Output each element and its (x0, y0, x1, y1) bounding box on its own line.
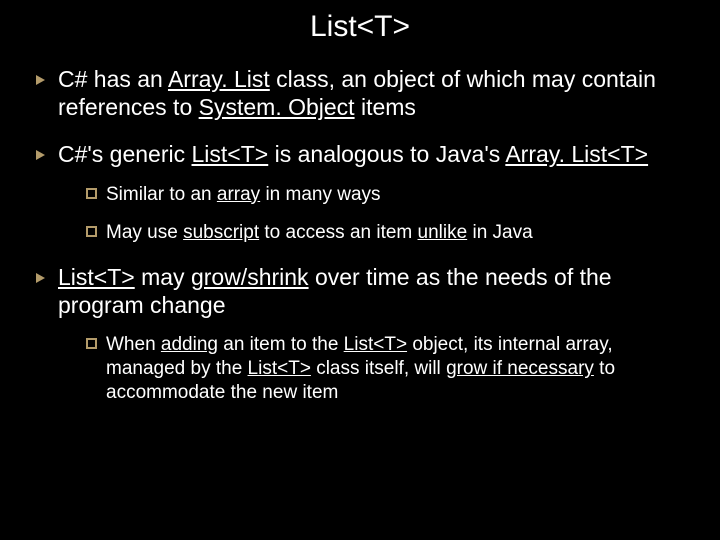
sub-bullet-text: When adding an item to the List<T> objec… (106, 334, 615, 403)
bullet-text: List<T> may grow/shrink over time as the… (58, 264, 612, 318)
bullet-item: C# has an Array. List class, an object o… (30, 66, 690, 121)
bullet-text: C#'s generic List<T> is analogous to Jav… (58, 141, 648, 167)
bullet-item: C#'s generic List<T> is analogous to Jav… (30, 141, 690, 244)
sub-bullet-text: May use subscript to access an item unli… (106, 222, 533, 243)
sub-bullet-list: Similar to an array in many ways May use… (82, 183, 690, 245)
bullet-text: C# has an Array. List class, an object o… (58, 66, 656, 120)
sub-bullet-text: Similar to an array in many ways (106, 184, 381, 205)
slide: List<T> C# has an Array. List class, an … (0, 0, 720, 540)
sub-bullet-item: May use subscript to access an item unli… (82, 221, 690, 245)
sub-bullet-item: Similar to an array in many ways (82, 183, 690, 207)
slide-title: List<T> (30, 10, 690, 44)
bullet-list: C# has an Array. List class, an object o… (30, 66, 690, 405)
sub-bullet-item: When adding an item to the List<T> objec… (82, 333, 690, 404)
bullet-item: List<T> may grow/shrink over time as the… (30, 264, 690, 404)
sub-bullet-list: When adding an item to the List<T> objec… (82, 333, 690, 404)
